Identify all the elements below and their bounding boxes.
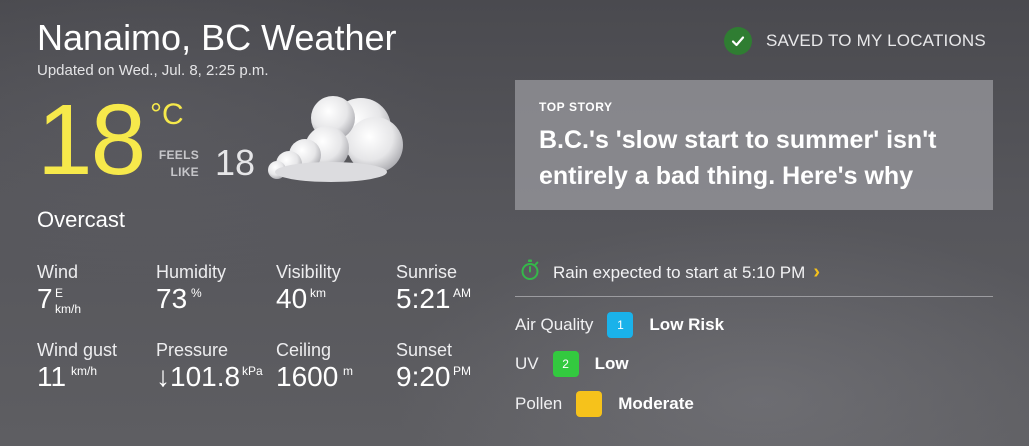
- chevron-right-icon: ›: [813, 261, 820, 283]
- top-story-headline-line1: B.C.'s 'slow start to summer' isn't: [539, 126, 937, 154]
- wind-gust-value: 11: [37, 361, 67, 392]
- feels-like-label-line1: FEELS: [158, 148, 199, 162]
- sunrise-label: Sunrise: [396, 262, 458, 282]
- uv-badge: 2: [552, 351, 579, 377]
- sunrise-value: 5:21: [396, 283, 451, 314]
- rain-alert-text: Rain expected to start at 5:10 PM: [553, 262, 806, 282]
- saved-to-locations-button[interactable]: SAVED TO MY LOCATIONS: [724, 27, 986, 55]
- feels-like-label: FEELS LIKE: [156, 147, 199, 181]
- pollen-row[interactable]: Pollen Moderate: [515, 391, 694, 417]
- overcast-cloud-icon: [265, 90, 410, 195]
- feels-like-label-line2: LIKE: [170, 165, 199, 179]
- visibility-value: 40: [276, 283, 308, 314]
- current-temperature: 18: [37, 84, 146, 196]
- air-quality-badge: 1: [607, 312, 634, 338]
- updated-timestamp: Updated on Wed., Jul. 8, 2:25 p.m.: [37, 62, 269, 79]
- air-quality-label: Air Quality: [515, 315, 594, 334]
- uv-label: UV: [515, 354, 539, 373]
- pressure-label: Pressure: [156, 340, 229, 360]
- top-story-headline[interactable]: B.C.'s 'slow start to summer' isn't enti…: [539, 122, 969, 194]
- sunset-unit: PM: [453, 364, 471, 378]
- sunrise-unit: AM: [453, 286, 471, 300]
- divider: [515, 296, 993, 297]
- top-story-kicker: TOP STORY: [539, 100, 613, 114]
- visibility-unit: km: [310, 286, 326, 300]
- feels-like-value: 18: [215, 142, 256, 183]
- uv-value: Low: [594, 354, 629, 373]
- wind-gust-label: Wind gust: [37, 340, 118, 360]
- temperature-unit: °C: [150, 98, 184, 131]
- ceiling-value: 1600: [276, 361, 339, 392]
- sunset-label: Sunset: [396, 340, 453, 360]
- ceiling-label: Ceiling: [276, 340, 332, 360]
- wind-value: 7: [37, 283, 53, 314]
- stopwatch-icon: [520, 259, 540, 286]
- air-quality-value: Low Risk: [649, 315, 725, 334]
- uv-row[interactable]: UV 2 Low: [515, 351, 629, 377]
- pollen-badge: [576, 391, 603, 417]
- wind-gust-unit: km/h: [71, 364, 98, 378]
- wind-direction: E: [55, 286, 64, 300]
- pressure-unit: kPa: [242, 364, 263, 378]
- humidity-value: 73: [156, 283, 188, 314]
- humidity-unit: %: [191, 286, 202, 300]
- condition-text: Overcast: [37, 207, 126, 232]
- rain-alert-link[interactable]: Rain expected to start at 5:10 PM ›: [520, 259, 820, 286]
- top-story-headline-line2: entirely a bad thing. Here's why: [539, 162, 914, 190]
- ceiling-unit: m: [343, 364, 353, 378]
- pollen-value: Moderate: [618, 394, 694, 413]
- wind-unit: km/h: [55, 302, 82, 316]
- wind-label: Wind: [37, 262, 79, 282]
- check-icon: [724, 27, 752, 55]
- sunset-value: 9:20: [396, 361, 451, 392]
- pollen-label: Pollen: [515, 394, 563, 413]
- top-story-card[interactable]: TOP STORY B.C.'s 'slow start to summer' …: [515, 80, 993, 210]
- air-quality-row[interactable]: Air Quality 1 Low Risk: [515, 312, 724, 338]
- humidity-label: Humidity: [156, 262, 227, 282]
- pressure-value: ↓101.8: [156, 361, 241, 392]
- page-title: Nanaimo, BC Weather: [37, 17, 397, 58]
- visibility-label: Visibility: [276, 262, 341, 282]
- saved-label: SAVED TO MY LOCATIONS: [766, 31, 986, 50]
